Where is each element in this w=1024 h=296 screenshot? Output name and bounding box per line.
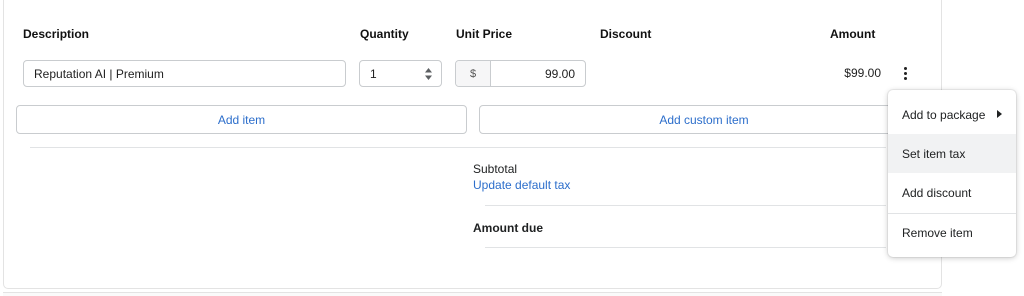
more-vertical-icon[interactable] xyxy=(896,63,914,83)
stepper-arrows-icon[interactable] xyxy=(425,68,432,80)
unit-price-value: 99.00 xyxy=(544,66,575,81)
menu-item-label: Add discount xyxy=(902,185,972,200)
header-amount: Amount xyxy=(830,27,876,41)
line-items-card xyxy=(3,0,942,289)
summary-divider xyxy=(485,205,886,206)
menu-item-add-discount[interactable]: Add discount xyxy=(888,173,1016,212)
header-discount: Discount xyxy=(600,27,652,41)
update-default-tax-link[interactable]: Update default tax xyxy=(473,178,570,192)
menu-item-label: Add to package xyxy=(902,107,986,122)
caret-right-icon xyxy=(997,110,1002,118)
header-quantity: Quantity xyxy=(360,27,409,41)
unit-price-input[interactable]: $ 99.00 xyxy=(455,60,586,87)
item-description-value: Reputation AI | Premium xyxy=(34,66,164,81)
quantity-stepper[interactable]: 1 xyxy=(359,60,442,87)
line-amount: $99.00 xyxy=(844,66,881,80)
add-custom-item-button[interactable]: Add custom item xyxy=(479,105,929,134)
next-card-edge xyxy=(3,292,942,296)
add-item-button[interactable]: Add item xyxy=(16,105,467,134)
row-context-menu: Add to package Set item tax Add discount… xyxy=(888,90,1016,257)
menu-item-label: Remove item xyxy=(902,226,973,240)
header-description: Description xyxy=(23,27,90,41)
amount-due-label: Amount due xyxy=(473,221,543,235)
menu-item-set-item-tax[interactable]: Set item tax xyxy=(888,134,1016,173)
section-divider xyxy=(30,147,886,148)
menu-item-label: Set item tax xyxy=(902,146,966,161)
header-unit-price: Unit Price xyxy=(456,27,513,41)
item-description-input[interactable]: Reputation AI | Premium xyxy=(23,60,346,87)
currency-prefix: $ xyxy=(456,61,491,86)
subtotal-label: Subtotal xyxy=(473,162,518,176)
menu-item-add-to-package[interactable]: Add to package xyxy=(888,95,1016,134)
quantity-value: 1 xyxy=(370,66,377,81)
menu-item-remove-item[interactable]: Remove item xyxy=(888,213,1016,252)
summary-bottom-divider xyxy=(485,247,886,248)
